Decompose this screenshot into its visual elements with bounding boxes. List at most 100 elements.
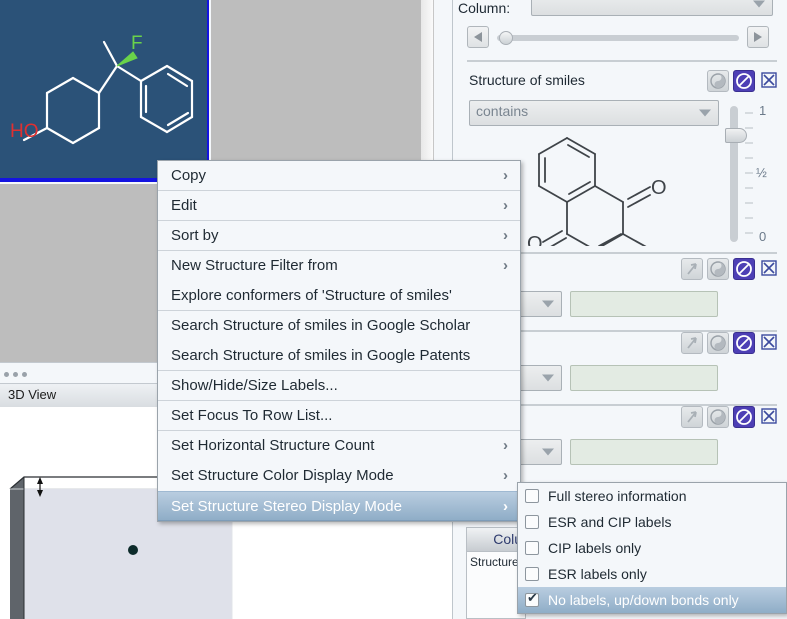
- menu-item-search-google-scholar[interactable]: Search Structure of smiles in Google Sch…: [158, 311, 520, 341]
- close-icon: [759, 406, 779, 426]
- invert-filter-button-1[interactable]: [733, 70, 755, 92]
- menu-item-set-horizontal-structure-count-label: Set Horizontal Structure Count: [171, 437, 374, 454]
- no-entry-icon: [734, 407, 754, 427]
- checkbox-checked-icon[interactable]: ✔: [525, 593, 539, 607]
- filter-value-input-4[interactable]: [570, 439, 718, 465]
- menu-item-explore-conformers-label: Explore conformers of 'Structure of smil…: [171, 287, 452, 304]
- menu-item-set-structure-color-display-mode[interactable]: Set Structure Color Display Mode ›: [158, 461, 520, 491]
- menu-item-edit[interactable]: Edit ›: [158, 191, 520, 221]
- close-icon: [759, 258, 779, 278]
- submenu-item-no-labels-up-down-bonds-only[interactable]: ✔ No labels, up/down bonds only: [518, 587, 786, 613]
- menu-item-set-structure-stereo-display-mode-label: Set Structure Stereo Display Mode: [171, 498, 402, 515]
- similarity-slider-track[interactable]: [730, 106, 738, 242]
- menu-item-sort-by[interactable]: Sort by ›: [158, 221, 520, 251]
- slider-next-button[interactable]: [747, 26, 769, 48]
- atom-label-f: F: [131, 33, 143, 54]
- submenu-item-cip-labels-only-label: CIP labels only: [548, 540, 641, 556]
- stereo-display-mode-submenu: Full stereo information ESR and CIP labe…: [517, 482, 787, 614]
- check-glyph: ✔: [527, 591, 538, 605]
- context-menu: Copy › Edit › Sort by › New Structure Fi…: [157, 160, 521, 522]
- menu-item-new-structure-filter-from[interactable]: New Structure Filter from ›: [158, 251, 520, 281]
- chevron-right-icon: ›: [503, 221, 508, 251]
- invert-filter-button-2[interactable]: [733, 258, 755, 280]
- menu-item-show-hide-size-labels[interactable]: Show/Hide/Size Labels...: [158, 371, 520, 401]
- chevron-down-icon: [699, 110, 711, 117]
- column-label: Column:: [458, 0, 510, 16]
- chevron-right-icon: ›: [503, 492, 508, 522]
- filter-structure-preview[interactable]: O O: [513, 128, 693, 246]
- similarity-icon-button-1[interactable]: [707, 70, 729, 92]
- menu-item-set-horizontal-structure-count[interactable]: Set Horizontal Structure Count ›: [158, 431, 520, 461]
- atom-label-ho: HO: [10, 121, 39, 142]
- menu-item-set-focus-to-row-list[interactable]: Set Focus To Row List...: [158, 401, 520, 431]
- value-slider-knob[interactable]: [499, 31, 513, 45]
- close-filter-button-2[interactable]: [759, 258, 781, 280]
- slider-prev-button[interactable]: [467, 26, 489, 48]
- menu-item-set-structure-stereo-display-mode[interactable]: Set Structure Stereo Display Mode ›: [158, 491, 520, 521]
- molecule-drawing: HO F: [0, 0, 209, 180]
- reset-filter-button-3[interactable]: [681, 332, 703, 354]
- column-combobox[interactable]: [531, 0, 773, 16]
- menu-item-set-structure-color-display-mode-label: Set Structure Color Display Mode: [171, 467, 394, 484]
- menu-item-copy-label: Copy: [171, 167, 206, 184]
- close-icon: [759, 70, 779, 90]
- tab-3d-view-label: 3D View: [8, 387, 56, 402]
- checkbox-unchecked-icon[interactable]: [525, 541, 539, 555]
- menu-item-search-google-patents-label: Search Structure of smiles in Google Pat…: [171, 347, 470, 364]
- value-slider-track[interactable]: [497, 35, 739, 41]
- menu-item-explore-conformers[interactable]: Explore conformers of 'Structure of smil…: [158, 281, 520, 311]
- menu-item-search-google-patents[interactable]: Search Structure of smiles in Google Pat…: [158, 341, 520, 371]
- tab-3d-view[interactable]: 3D View: [0, 384, 160, 407]
- similarity-icon-button-2[interactable]: [707, 258, 729, 280]
- similarity-icon-button-4[interactable]: [707, 406, 729, 428]
- similarity-slider-thumb[interactable]: [725, 128, 747, 143]
- reset-filter-button-4[interactable]: [681, 406, 703, 428]
- yin-yang-icon: [708, 71, 728, 91]
- close-filter-button-3[interactable]: [759, 332, 781, 354]
- reset-filter-button-2[interactable]: [681, 258, 703, 280]
- filter-operator-combobox-1[interactable]: contains: [469, 100, 719, 126]
- submenu-item-esr-and-cip-labels-label: ESR and CIP labels: [548, 514, 671, 530]
- menu-item-edit-label: Edit: [171, 197, 197, 214]
- filter-value-input-3[interactable]: [570, 365, 718, 391]
- close-filter-button-1[interactable]: [759, 70, 781, 92]
- submenu-item-esr-and-cip-labels[interactable]: ESR and CIP labels: [518, 509, 786, 535]
- chevron-right-icon: ›: [503, 191, 508, 221]
- 3d-atom-dot: [128, 545, 138, 555]
- checkbox-unchecked-icon[interactable]: [525, 489, 539, 503]
- atom-label-o-1: O: [651, 177, 667, 199]
- menu-item-search-google-scholar-label: Search Structure of smiles in Google Sch…: [171, 317, 470, 334]
- submenu-item-esr-labels-only[interactable]: ESR labels only: [518, 561, 786, 587]
- checkbox-unchecked-icon[interactable]: [525, 567, 539, 581]
- scale-label-mid: ½: [756, 165, 767, 180]
- close-filter-button-4[interactable]: [759, 406, 781, 428]
- filter-value-input-2[interactable]: [570, 291, 718, 317]
- no-entry-icon: [734, 259, 754, 279]
- chevron-down-icon: [542, 375, 554, 382]
- chevron-right-icon: ›: [503, 161, 508, 191]
- chevron-down-icon: [542, 449, 554, 456]
- atom-label-o-2: O: [527, 233, 543, 246]
- chevron-down-icon: [753, 1, 765, 8]
- chevron-right-icon: ›: [503, 431, 508, 461]
- filter-title-structure-of-smiles: Structure of smiles: [469, 72, 585, 88]
- chevron-right-icon: ›: [503, 461, 508, 491]
- menu-item-copy[interactable]: Copy ›: [158, 161, 520, 191]
- checkbox-unchecked-icon[interactable]: [525, 515, 539, 529]
- similarity-icon-button-3[interactable]: [707, 332, 729, 354]
- submenu-item-full-stereo-information[interactable]: Full stereo information: [518, 483, 786, 509]
- invert-filter-button-4[interactable]: [733, 406, 755, 428]
- filter-operator-value-1: contains: [476, 103, 528, 119]
- submenu-item-no-labels-up-down-bonds-only-label: No labels, up/down bonds only: [548, 592, 739, 608]
- structure-grid-filler: [211, 0, 421, 162]
- chevron-right-icon: ›: [503, 251, 508, 281]
- yin-yang-icon: [708, 333, 728, 353]
- submenu-item-cip-labels-only[interactable]: CIP labels only: [518, 535, 786, 561]
- scale-label-min: 0: [759, 229, 766, 244]
- menu-item-sort-by-label: Sort by: [171, 227, 219, 244]
- grid-scroll-gutter[interactable]: [421, 0, 433, 162]
- arrow-diagonal-icon: [682, 333, 702, 353]
- yin-yang-icon: [708, 259, 728, 279]
- structure-cell-selected[interactable]: HO F: [0, 0, 209, 180]
- invert-filter-button-3[interactable]: [733, 332, 755, 354]
